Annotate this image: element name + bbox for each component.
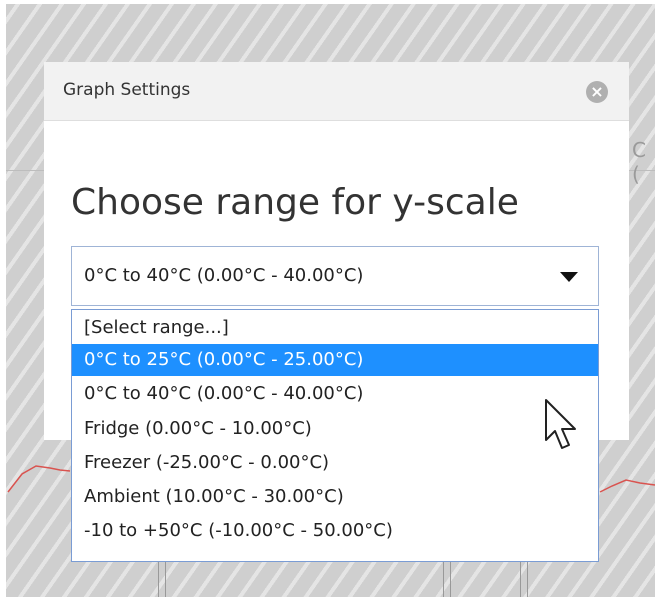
y-scale-range-select[interactable]: 0°C to 40°C (0.00°C - 40.00°C) [71,246,599,306]
option-ambient[interactable]: Ambient (10.00°C - 30.00°C) [72,481,598,513]
option-fridge[interactable]: Fridge (0.00°C - 10.00°C) [72,413,598,445]
dialog-heading: Choose range for y-scale [71,182,519,223]
option-freezer[interactable]: Freezer (-25.00°C - 0.00°C) [72,447,598,479]
option-0-to-25[interactable]: 0°C to 25°C (0.00°C - 25.00°C) [72,344,598,376]
background-tick [520,562,528,597]
dialog-title: Graph Settings [63,80,191,100]
dialog-header: Graph Settings × [44,62,629,121]
background-tick [158,562,166,597]
option-select-range[interactable]: [Select range...] [72,312,598,344]
option-0-to-40[interactable]: 0°C to 40°C (0.00°C - 40.00°C) [72,378,598,410]
dropdown-arrow-icon[interactable] [560,272,578,282]
mouse-cursor-icon [545,399,576,449]
select-current-value: 0°C to 40°C (0.00°C - 40.00°C) [84,265,364,286]
range-options-list: [Select range...] 0°C to 25°C (0.00°C - … [71,309,599,562]
background-tick [443,562,451,597]
option-minus10-to-50[interactable]: -10 to +50°C (-10.00°C - 50.00°C) [72,515,598,547]
close-icon[interactable]: × [586,81,608,103]
